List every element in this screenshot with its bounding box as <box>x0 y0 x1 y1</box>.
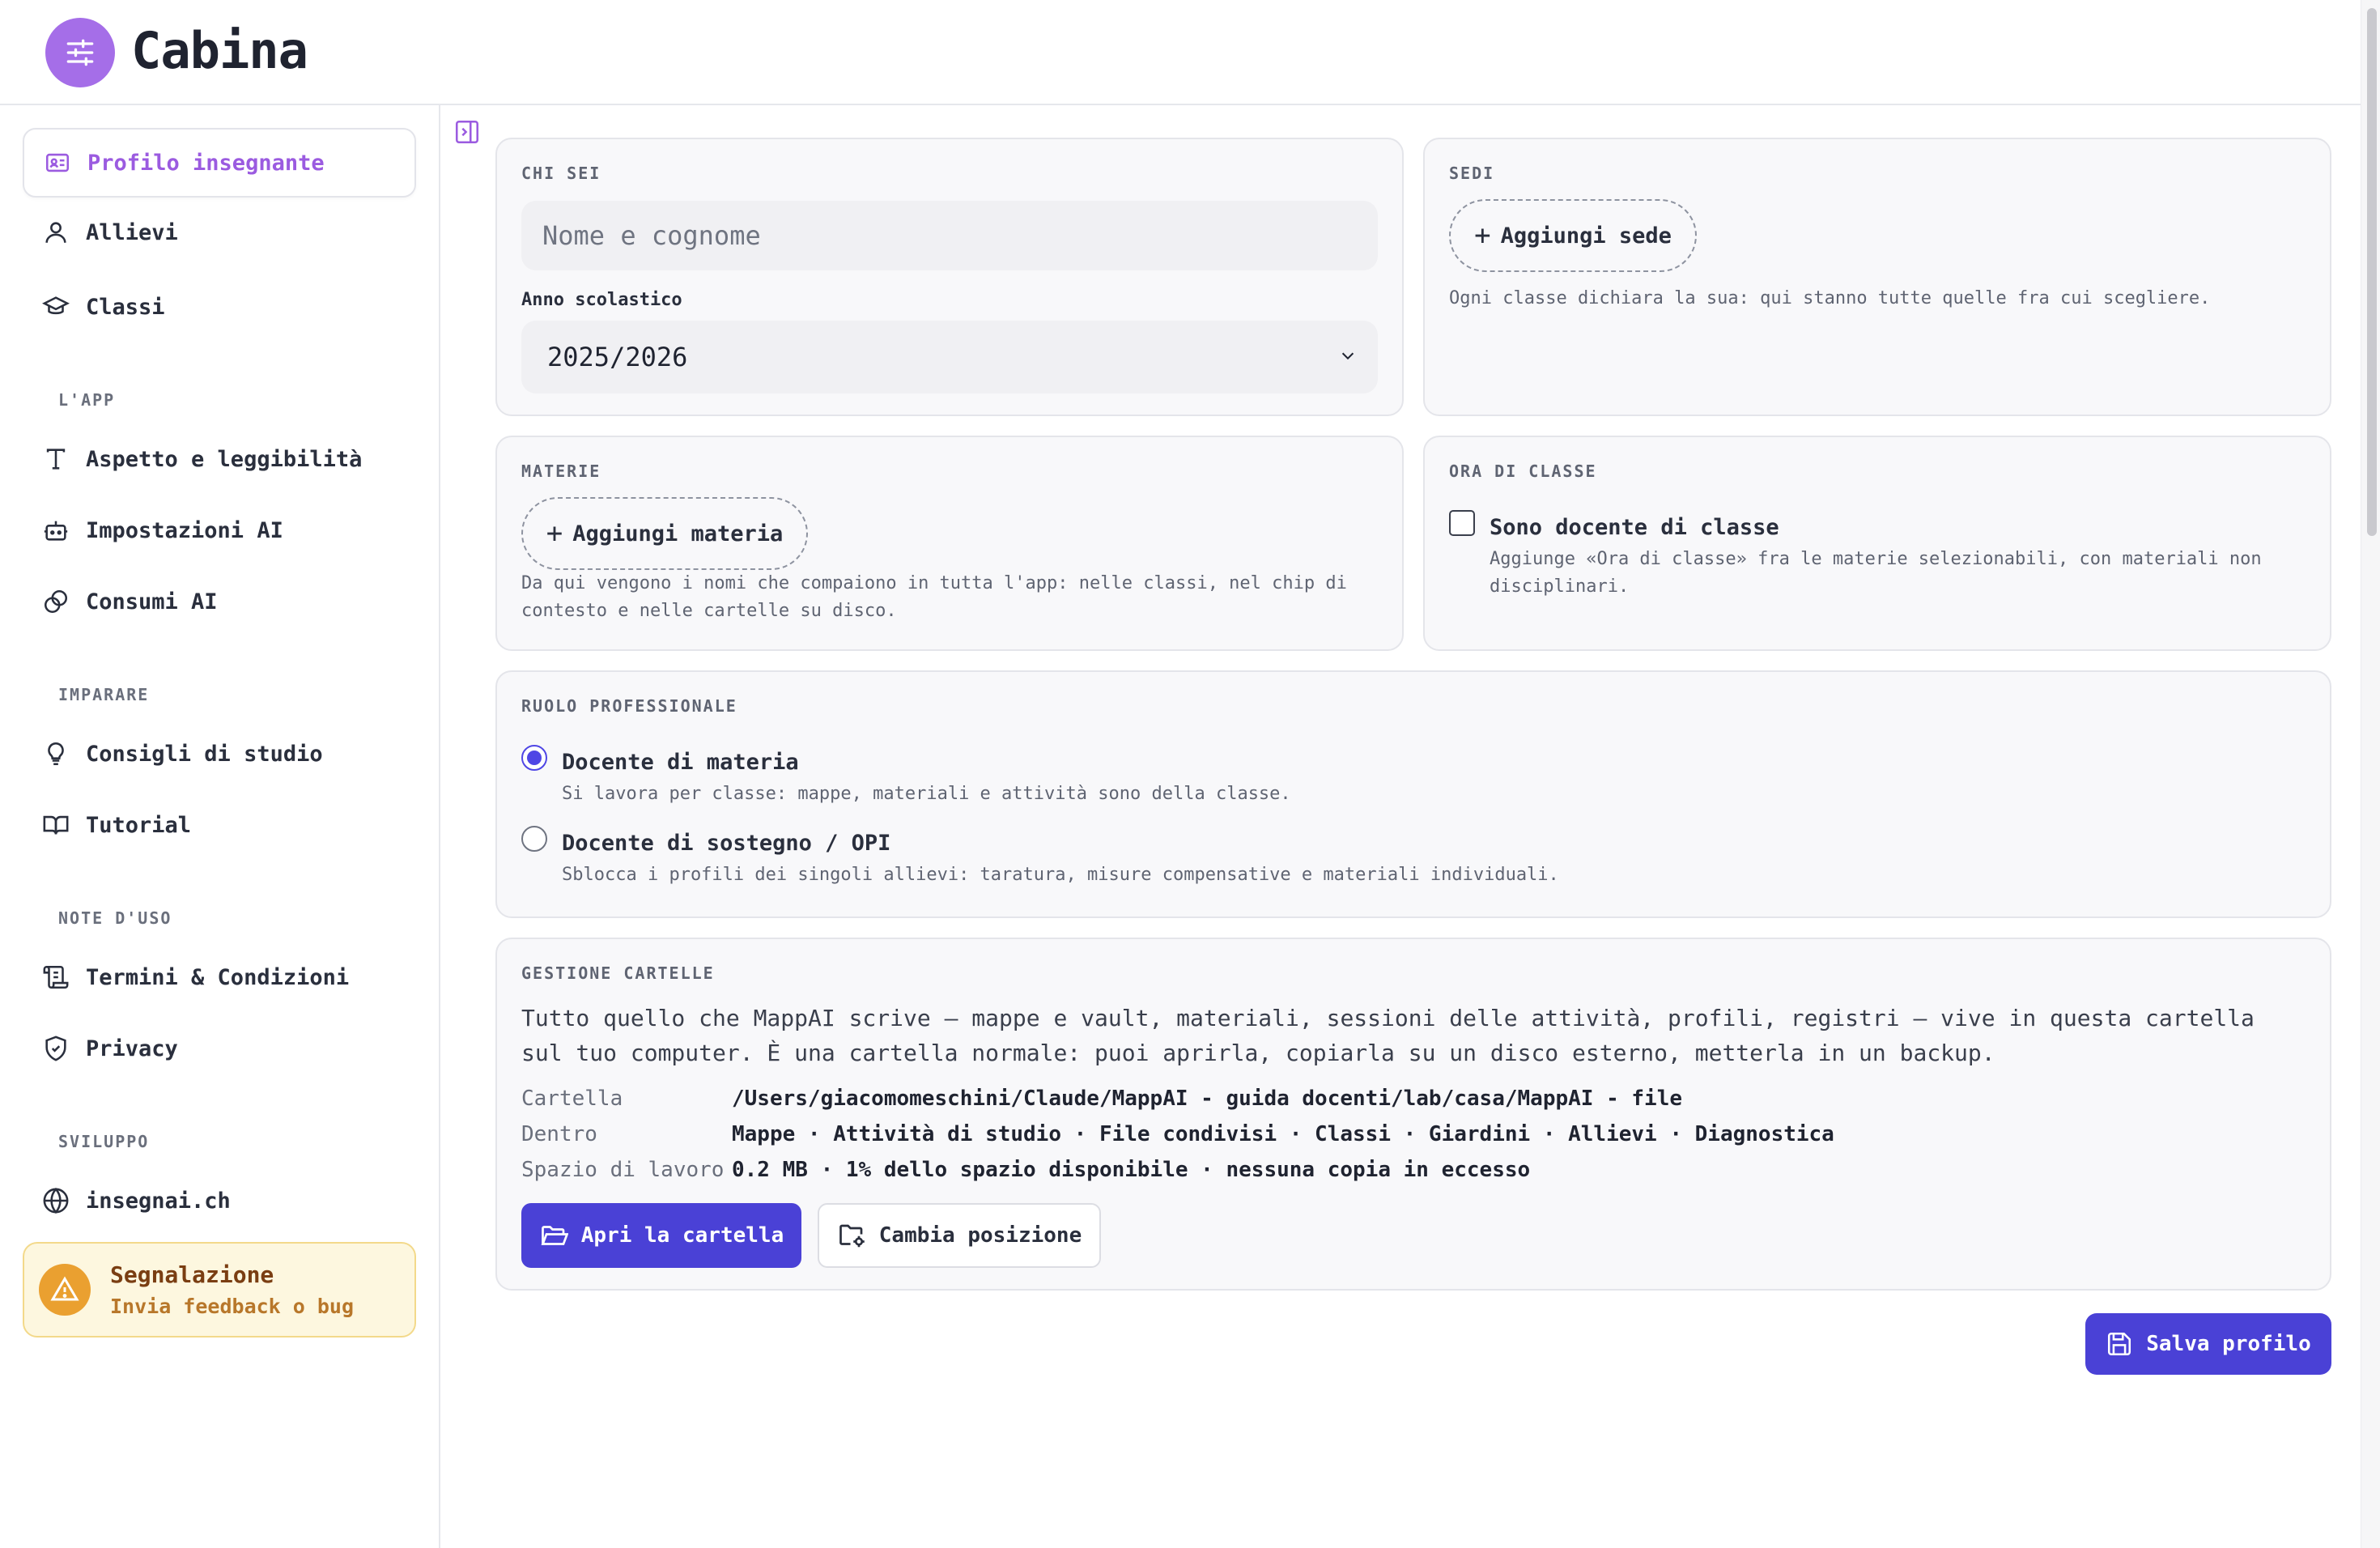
card-label: SEDI <box>1449 164 1495 183</box>
type-icon <box>40 444 71 474</box>
sidebar-item-tutorial[interactable]: Tutorial <box>23 790 416 860</box>
add-materia-button[interactable]: + Aggiungi materia <box>521 497 808 570</box>
robot-icon <box>40 515 71 546</box>
card-label: MATERIE <box>521 461 601 481</box>
lightbulb-icon <box>40 738 71 769</box>
sidebar-toggle-icon[interactable] <box>453 118 481 146</box>
section-label-sviluppo: SVILUPPO <box>58 1132 150 1151</box>
folder-path: /Users/giacomomeschini/Claude/MappAI - g… <box>732 1087 1682 1111</box>
warning-icon <box>39 1264 91 1316</box>
chevron-down-icon <box>1339 347 1357 368</box>
card-materie: MATERIE + Aggiungi materia Da qui vengon… <box>495 436 1404 651</box>
docente-classe-label: Sono docente di classe <box>1490 515 1779 540</box>
add-sede-label: Aggiungi sede <box>1500 223 1672 249</box>
sidebar-item-insegnai[interactable]: insegnai.ch <box>23 1166 416 1235</box>
open-folder-label: Apri la cartella <box>580 1223 784 1248</box>
folder-contents: Mappe · Attività di studio · File condiv… <box>732 1122 1834 1146</box>
sidebar-item-consumi-ai[interactable]: Consumi AI <box>23 567 416 636</box>
sidebar-item-label: Classi <box>86 294 165 320</box>
sidebar-item-label: Aspetto e leggibilità <box>86 446 363 472</box>
user-icon <box>40 217 71 248</box>
coins-icon <box>40 586 71 617</box>
sidebar-item-label: Termini & Condizioni <box>86 964 350 990</box>
add-materia-label: Aggiungi materia <box>572 521 784 546</box>
card-ruolo-professionale: RUOLO PROFESSIONALE Docente di materia S… <box>495 670 2331 918</box>
card-label: ORA DI CLASSE <box>1449 461 1597 481</box>
sidebar-item-aspetto[interactable]: Aspetto e leggibilità <box>23 424 416 494</box>
name-input[interactable] <box>521 201 1378 270</box>
add-sede-button[interactable]: + Aggiungi sede <box>1449 199 1697 272</box>
book-icon <box>40 810 71 840</box>
row-key: Dentro <box>521 1122 597 1146</box>
row-key: Cartella <box>521 1087 623 1111</box>
card-chi-sei: CHI SEI Anno scolastico 2025/2026 <box>495 138 1404 416</box>
option-title: Docente di sostegno / OPI <box>562 831 891 856</box>
year-value: 2025/2026 <box>547 342 688 372</box>
globe-icon <box>40 1185 71 1216</box>
option-desc: Sblocca i profili dei singoli allievi: t… <box>562 865 1559 885</box>
docente-classe-checkbox[interactable] <box>1449 510 1475 536</box>
sidebar-item-consigli[interactable]: Consigli di studio <box>23 719 416 789</box>
cartelle-description: Tutto quello che MappAI scrive — mappe e… <box>521 1005 2255 1066</box>
report-subtitle: Invia feedback o bug <box>110 1295 355 1318</box>
save-icon <box>2108 1332 2131 1356</box>
materie-help: Da qui vengono i nomi che compaiono in t… <box>521 573 1347 621</box>
sidebar-item-label: insegnai.ch <box>86 1188 231 1214</box>
plus-icon: + <box>1474 219 1491 252</box>
card-label: CHI SEI <box>521 164 601 183</box>
card-sedi: SEDI + Aggiungi sede Ogni classe dichiar… <box>1423 138 2331 416</box>
save-profile-label: Salva profilo <box>2146 1332 2311 1356</box>
sidebar-item-label: Consigli di studio <box>86 741 323 767</box>
app-header: Cabina <box>0 0 2361 105</box>
sidebar-item-termini[interactable]: Termini & Condizioni <box>23 942 416 1012</box>
scrollbar-thumb[interactable] <box>2367 8 2377 536</box>
sedi-help: Ogni classe dichiara la sua: qui stanno … <box>1449 288 2211 308</box>
sidebar-item-label: Privacy <box>86 1036 178 1061</box>
change-location-button[interactable]: Cambia posizione <box>818 1203 1101 1268</box>
shield-icon <box>40 1033 71 1064</box>
year-select[interactable]: 2025/2026 <box>521 321 1378 393</box>
app-title: Cabina <box>131 21 308 80</box>
radio-docente-materia[interactable] <box>521 745 547 771</box>
card-label: GESTIONE CARTELLE <box>521 963 715 983</box>
option-desc: Si lavora per classe: mappe, materiali e… <box>562 784 1291 804</box>
sidebar-item-profilo-insegnante[interactable]: Profilo insegnante <box>23 128 416 198</box>
year-label: Anno scolastico <box>521 290 682 310</box>
sidebar-item-allievi[interactable]: Allievi <box>23 198 416 267</box>
sidebar-item-label: Allievi <box>86 219 178 245</box>
sidebar-item-label: Tutorial <box>86 812 192 838</box>
sidebar-item-label: Consumi AI <box>86 589 218 615</box>
section-label-app: L'APP <box>58 390 116 410</box>
plus-icon: + <box>546 517 563 550</box>
section-label-note: NOTE D'USO <box>58 908 172 928</box>
open-folder-button[interactable]: Apri la cartella <box>521 1203 801 1268</box>
card-ora-di-classe: ORA DI CLASSE Sono docente di classe Agg… <box>1423 436 2331 651</box>
workspace-usage: 0.2 MB · 1% dello spazio disponibile · n… <box>732 1158 1531 1182</box>
sidebar-item-classi[interactable]: Classi <box>23 272 416 342</box>
report-title: Segnalazione <box>110 1261 274 1288</box>
card-label: RUOLO PROFESSIONALE <box>521 696 737 716</box>
section-label-imparare: IMPARARE <box>58 685 150 704</box>
sidebar-item-label: Profilo insegnante <box>87 150 325 176</box>
sidebar-item-privacy[interactable]: Privacy <box>23 1014 416 1083</box>
report-feedback-button[interactable]: Segnalazione Invia feedback o bug <box>23 1242 416 1337</box>
radio-docente-sostegno[interactable] <box>521 826 547 852</box>
ora-classe-help: Aggiunge «Ora di classe» fra le materie … <box>1490 549 2262 597</box>
folder-cog-icon <box>839 1224 865 1248</box>
id-card-icon <box>42 147 73 178</box>
graduation-cap-icon <box>40 291 71 322</box>
card-gestione-cartelle: GESTIONE CARTELLE Tutto quello che MappA… <box>495 938 2331 1291</box>
scroll-icon <box>40 962 71 993</box>
sliders-icon <box>45 18 115 87</box>
sidebar-item-label: Impostazioni AI <box>86 517 283 543</box>
scrollbar[interactable] <box>2361 0 2380 1548</box>
name-field-wrapper <box>521 201 1378 270</box>
save-profile-button[interactable]: Salva profilo <box>2085 1313 2331 1375</box>
row-key: Spazio di lavoro <box>521 1158 725 1182</box>
folder-open-icon <box>541 1226 568 1245</box>
sidebar: Profilo insegnante Allievi Classi L'APP … <box>0 105 440 1548</box>
sidebar-item-impostazioni-ai[interactable]: Impostazioni AI <box>23 495 416 565</box>
option-title: Docente di materia <box>562 750 799 775</box>
change-location-label: Cambia posizione <box>878 1223 1082 1248</box>
